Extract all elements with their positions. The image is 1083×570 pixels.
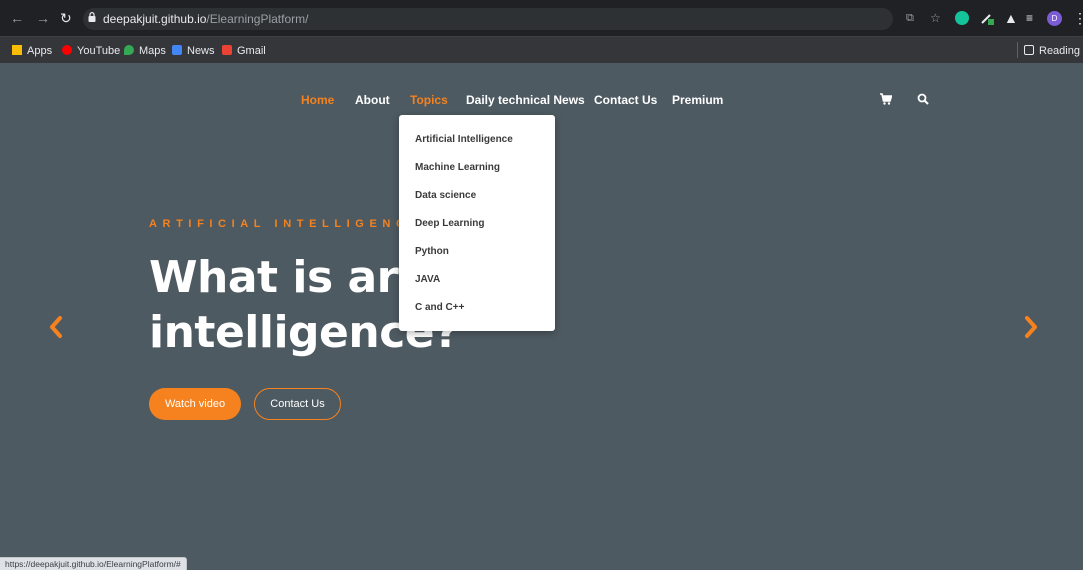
nav-premium[interactable]: Premium: [672, 93, 723, 107]
menu-icon[interactable]: ⋮: [1073, 10, 1083, 26]
profile-avatar[interactable]: D: [1047, 11, 1062, 26]
bookmark-maps[interactable]: Maps: [124, 44, 166, 58]
dropdown-item-deep-learning[interactable]: Deep Learning: [415, 218, 484, 230]
dropdown-item-artificial-intelligence[interactable]: Artificial Intelligence: [415, 134, 513, 146]
dropdown-item-java[interactable]: JAVA: [415, 274, 440, 286]
bookmark-label: YouTube: [77, 45, 121, 57]
extension-pen-icon[interactable]: [980, 11, 994, 25]
reload-icon[interactable]: ↻: [60, 10, 72, 26]
share-icon[interactable]: ⧉: [906, 10, 914, 26]
watch-video-button[interactable]: Watch video: [149, 388, 241, 420]
back-icon[interactable]: ←: [10, 10, 24, 26]
bookmarks-bar: Apps YouTube Maps News Gmail Reading lis…: [0, 36, 1083, 63]
puzzle-icon[interactable]: ▲: [1004, 10, 1018, 26]
bookmark-label: News: [187, 45, 215, 57]
bookmark-gmail[interactable]: Gmail: [222, 44, 266, 58]
bookmark-divider: [1017, 42, 1018, 58]
nav-home[interactable]: Home: [301, 93, 334, 107]
bookmark-news[interactable]: News: [172, 44, 215, 58]
nav-daily-technical-news[interactable]: Daily technical News: [466, 93, 585, 107]
nav-contact-us[interactable]: Contact Us: [594, 93, 657, 107]
grammarly-icon[interactable]: [955, 11, 969, 25]
dropdown-item-data-science[interactable]: Data science: [415, 190, 476, 202]
news-icon: [172, 45, 182, 55]
topics-dropdown: Artificial Intelligence Machine Learning…: [399, 115, 555, 331]
dropdown-item-machine-learning[interactable]: Machine Learning: [415, 162, 500, 174]
lock-icon: [88, 12, 96, 22]
bookmark-label: Apps: [27, 45, 53, 57]
status-url: https://deepakjuit.github.io/ElearningPl…: [0, 557, 187, 570]
hero-eyebrow: ARTIFICIAL INTELLIGENCE: [149, 218, 423, 230]
url-text[interactable]: deepakjuit.github.io/ElearningPlatform/: [103, 11, 308, 27]
bookmark-youtube[interactable]: YouTube: [62, 44, 120, 58]
nav-topics[interactable]: Topics: [410, 93, 448, 107]
url-host: deepakjuit.github.io: [103, 12, 207, 26]
star-icon[interactable]: ☆: [930, 10, 941, 26]
reading-list-icon: [1024, 45, 1034, 55]
apps-grid-icon: [12, 45, 22, 55]
reading-list-button[interactable]: Reading list: [1024, 44, 1083, 58]
dropdown-item-c-and-cpp[interactable]: C and C++: [415, 302, 464, 314]
maps-icon: [124, 45, 134, 55]
contact-us-button[interactable]: Contact Us: [254, 388, 341, 420]
media-control-icon[interactable]: ≡: [1026, 10, 1033, 26]
cart-icon[interactable]: [880, 93, 892, 105]
url-path: /ElearningPlatform/: [206, 12, 309, 26]
bookmark-label: Maps: [139, 45, 166, 57]
browser-toolbar: ← → ↻ deepakjuit.github.io/ElearningPlat…: [0, 0, 1083, 36]
bookmark-apps[interactable]: Apps: [12, 44, 52, 58]
nav-about[interactable]: About: [355, 93, 390, 107]
bookmark-label: Gmail: [237, 45, 266, 57]
search-icon[interactable]: [917, 93, 929, 105]
gmail-icon: [222, 45, 232, 55]
forward-icon[interactable]: →: [36, 10, 50, 26]
prev-slide-icon[interactable]: [47, 314, 65, 340]
next-slide-icon[interactable]: [1022, 314, 1040, 340]
youtube-icon: [62, 45, 72, 55]
reading-list-label: Reading list: [1039, 45, 1083, 57]
dropdown-item-python[interactable]: Python: [415, 246, 449, 258]
